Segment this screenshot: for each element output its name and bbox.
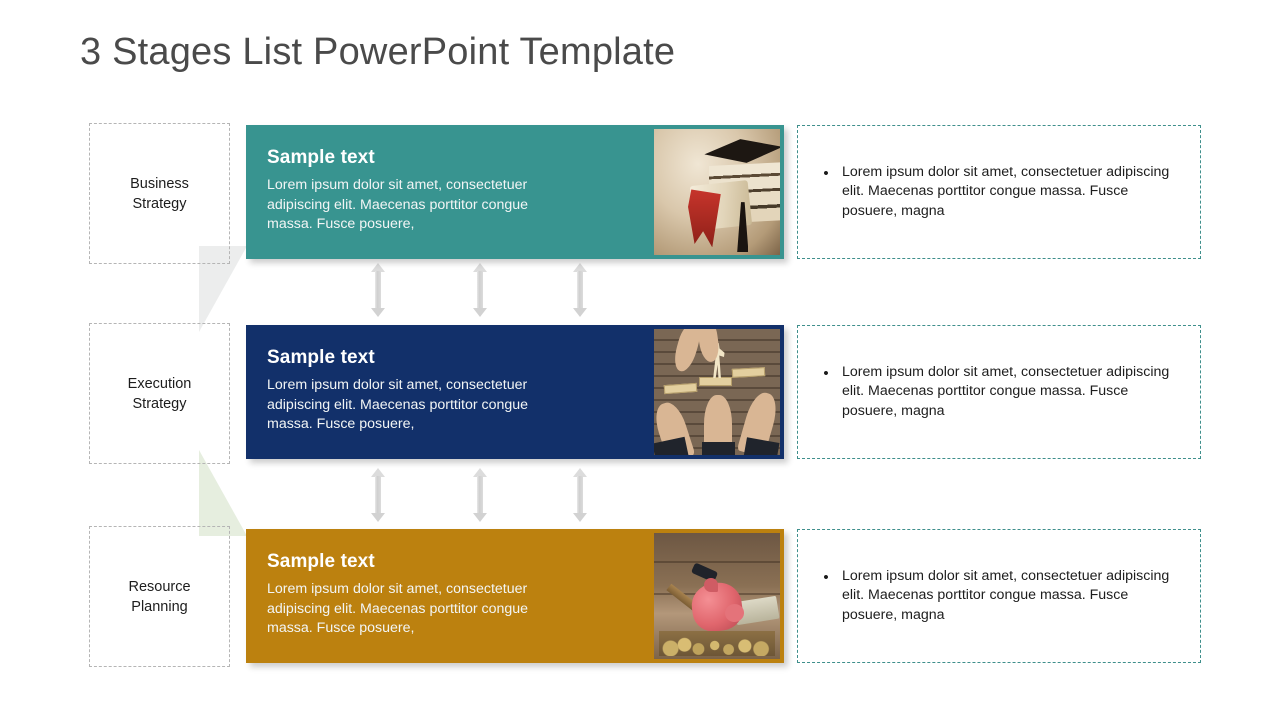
stage-card-execution-strategy[interactable]: Sample text Lorem ipsum dolor sit amet, … xyxy=(246,325,784,459)
bullet-marker-icon: • xyxy=(823,164,829,182)
arrow-head-down xyxy=(371,513,385,522)
list-item: • Lorem ipsum dolor sit amet, consectetu… xyxy=(798,567,1200,626)
double-headed-vertical-arrow-icon xyxy=(371,468,385,522)
stage-label-box-execution-strategy[interactable]: Execution Strategy xyxy=(89,323,230,464)
arrow-shaft xyxy=(577,476,583,514)
arrow-head-down xyxy=(573,513,587,522)
card-body-text: Lorem ipsum dolor sit amet, consectetuer… xyxy=(267,177,529,232)
arrow-shaft xyxy=(477,476,483,514)
card-text-area: Sample text Lorem ipsum dolor sit amet, … xyxy=(246,125,654,259)
sleeve-cuff-shape xyxy=(701,442,735,455)
bullet-marker-icon: • xyxy=(823,568,829,586)
stage-label-text: Execution Strategy xyxy=(127,375,192,412)
piggy-ear-shape xyxy=(704,578,719,593)
piggy-bank-hammer-coins-photo xyxy=(654,533,780,659)
wood-grain-line xyxy=(654,560,780,563)
list-item: • Lorem ipsum dolor sit amet, consectetu… xyxy=(798,163,1200,222)
stage-label-box-business-strategy[interactable]: Business Strategy xyxy=(89,123,230,264)
arrow-shaft xyxy=(477,271,483,309)
arrow-shaft xyxy=(577,271,583,309)
double-headed-vertical-arrow-icon xyxy=(473,468,487,522)
stage-label-text: Business Strategy xyxy=(130,175,189,212)
arrow-shaft xyxy=(375,271,381,309)
wooden-plank-shape xyxy=(663,383,698,395)
bullet-box-business-strategy[interactable]: • Lorem ipsum dolor sit amet, consectetu… xyxy=(797,125,1201,259)
stage-label-box-resource-planning[interactable]: Resource Planning xyxy=(89,526,230,667)
card-body-text: Lorem ipsum dolor sit amet, consectetuer… xyxy=(267,377,529,432)
bullet-text: Lorem ipsum dolor sit amet, consectetuer… xyxy=(842,363,1170,419)
arrow-head-down xyxy=(473,308,487,317)
bullet-marker-icon: • xyxy=(823,364,829,382)
bullet-text: Lorem ipsum dolor sit amet, consectetuer… xyxy=(842,567,1170,623)
stage-card-resource-planning[interactable]: Sample text Lorem ipsum dolor sit amet, … xyxy=(246,529,784,663)
arrow-head-down xyxy=(371,308,385,317)
arrow-head-down xyxy=(473,513,487,522)
card-text-area: Sample text Lorem ipsum dolor sit amet, … xyxy=(246,325,654,459)
graduation-cap-diploma-photo xyxy=(654,129,780,255)
stage-label-text: Resource Planning xyxy=(128,578,191,615)
double-headed-vertical-arrow-icon xyxy=(371,263,385,317)
arrow-shaft xyxy=(375,476,381,514)
coin-pile-shape xyxy=(659,631,775,657)
double-headed-vertical-arrow-icon xyxy=(573,263,587,317)
double-headed-vertical-arrow-icon xyxy=(473,263,487,317)
wooden-plank-shape xyxy=(699,376,733,386)
sleeve-cuff-shape xyxy=(654,436,689,455)
card-heading: Sample text xyxy=(267,147,375,168)
red-ribbon-shape xyxy=(688,189,721,248)
slide-canvas: 3 Stages List PowerPoint Template Busine… xyxy=(0,0,1280,720)
arrow-head-down xyxy=(573,308,587,317)
stage-card-business-strategy[interactable]: Sample text Lorem ipsum dolor sit amet, … xyxy=(246,125,784,259)
bullet-box-execution-strategy[interactable]: • Lorem ipsum dolor sit amet, consectetu… xyxy=(797,325,1201,459)
card-text-area: Sample text Lorem ipsum dolor sit amet, … xyxy=(246,529,654,663)
bullet-box-resource-planning[interactable]: • Lorem ipsum dolor sit amet, consectetu… xyxy=(797,529,1201,663)
sleeve-cuff-shape xyxy=(743,437,779,455)
double-headed-vertical-arrow-icon xyxy=(573,468,587,522)
card-heading: Sample text xyxy=(267,551,375,572)
page-title: 3 Stages List PowerPoint Template xyxy=(80,31,676,73)
card-heading: Sample text xyxy=(267,347,375,368)
wooden-plank-shape xyxy=(731,367,766,378)
card-body-text: Lorem ipsum dolor sit amet, consectetuer… xyxy=(267,581,529,636)
list-item: • Lorem ipsum dolor sit amet, consectetu… xyxy=(798,363,1200,422)
hands-pointing-wooden-blocks-photo xyxy=(654,329,780,455)
bullet-text: Lorem ipsum dolor sit amet, consectetuer… xyxy=(842,163,1170,219)
